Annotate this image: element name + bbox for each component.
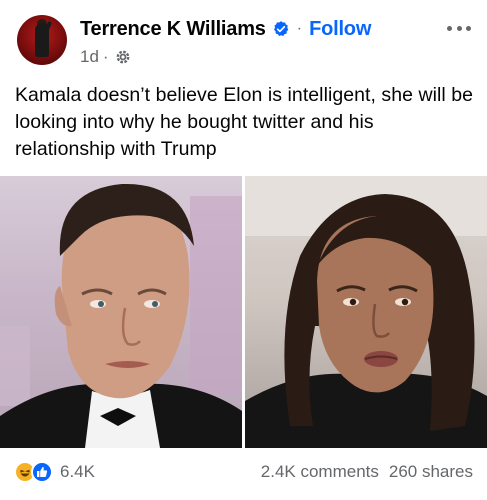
post-footer: 6.4K 2.4K comments 260 shares [0, 448, 487, 500]
post-text: Kamala doesn’t believe Elon is intellige… [15, 84, 474, 160]
follow-button[interactable]: Follow [309, 18, 371, 41]
engagement-stats: 2.4K comments 260 shares [261, 462, 473, 482]
avatar[interactable] [17, 15, 67, 65]
shares-count-link[interactable]: 260 shares [389, 462, 473, 482]
comments-count-link[interactable]: 2.4K comments [261, 462, 379, 482]
reaction-count: 6.4K [60, 462, 95, 481]
like-icon [31, 461, 53, 483]
post-header: Terrence K Williams · Follow 1d · [12, 10, 475, 70]
photo-right-woman[interactable] [245, 176, 487, 448]
more-options-icon[interactable] [445, 18, 473, 38]
verified-badge-icon [272, 20, 290, 38]
reactions-summary[interactable]: 6.4K [14, 461, 95, 483]
meta-separator: · [102, 47, 109, 66]
author-name[interactable]: Terrence K Williams [80, 18, 266, 41]
post-timestamp[interactable]: 1d [80, 47, 99, 67]
gear-icon[interactable] [115, 49, 131, 65]
name-separator: · [296, 20, 303, 37]
author-row: Terrence K Williams · Follow [80, 16, 371, 42]
post-card: Terrence K Williams · Follow 1d · Kamala… [0, 0, 487, 500]
post-meta: 1d · [80, 47, 131, 67]
photo-left-man[interactable] [0, 176, 242, 448]
photo-grid [0, 176, 487, 448]
